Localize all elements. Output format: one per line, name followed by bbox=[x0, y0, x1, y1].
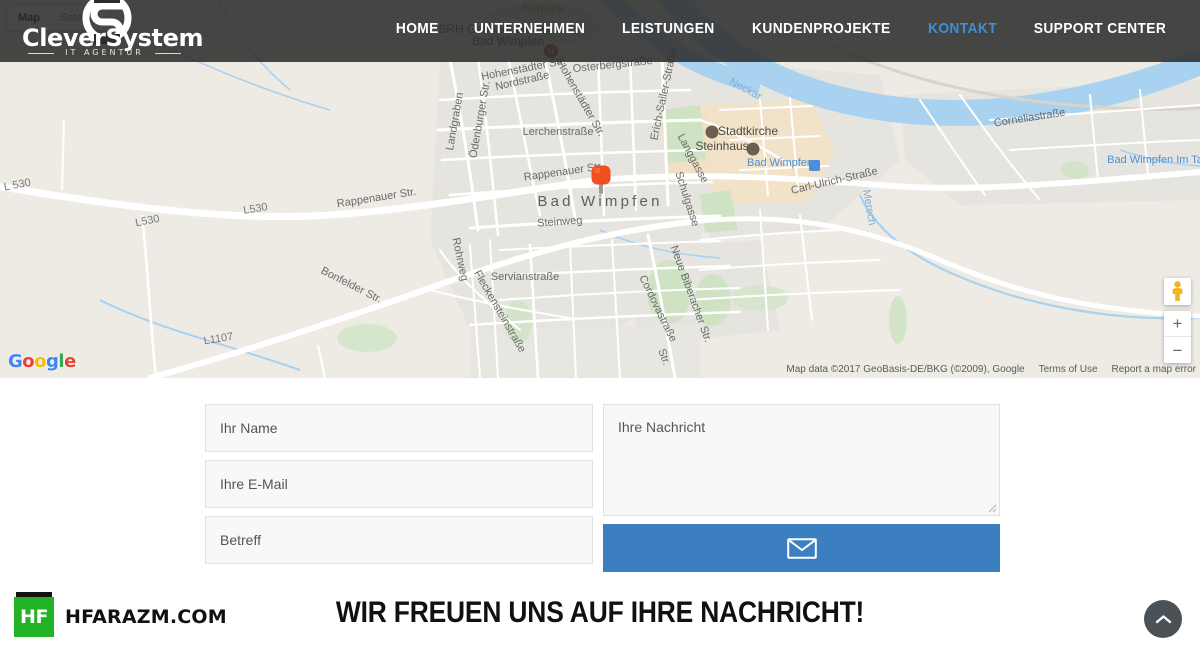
name-input[interactable] bbox=[205, 404, 593, 452]
zoom-out-button[interactable]: − bbox=[1164, 337, 1191, 363]
logo-tagline: IT AGENTUR bbox=[22, 48, 187, 57]
map-data-credit: Map data ©2017 GeoBasis-DE/BKG (©2009), … bbox=[786, 364, 1025, 375]
subject-input[interactable] bbox=[205, 516, 593, 564]
contact-form-section bbox=[0, 378, 1200, 588]
location-marker-icon[interactable] bbox=[589, 163, 613, 197]
nav-item-kontakt[interactable]: KONTAKT bbox=[928, 20, 997, 37]
page-root: .st { fill:#ffffff; stroke:#ffffff; } .l… bbox=[0, 0, 1200, 645]
contact-form[interactable] bbox=[205, 404, 1000, 572]
main-navigation[interactable]: HOME UNTERNEHMEN LEISTUNGEN KUNDENPROJEKTE K… bbox=[394, 20, 1172, 37]
form-right-column bbox=[603, 404, 1000, 572]
nav-item-leistungen[interactable]: LEISTUNGEN bbox=[622, 20, 715, 37]
nav-item-unternehmen[interactable]: UNTERNEHMEN bbox=[473, 20, 584, 37]
site-header: CleverSystem IT AGENTUR HOME UNTERNEHMEN L… bbox=[0, 0, 1200, 62]
hfarazm-badge-icon: HF bbox=[14, 592, 54, 637]
pegman-icon bbox=[1172, 281, 1183, 301]
map-label: Stadtkirche bbox=[718, 124, 778, 138]
report-map-error-link[interactable]: Report a map error bbox=[1112, 364, 1196, 375]
nav-item-kundenprojekte[interactable]: KUNDENPROJEKTE bbox=[752, 20, 891, 37]
map-label: Bad Wimpfen bbox=[747, 157, 813, 169]
site-logo[interactable]: CleverSystem IT AGENTUR bbox=[22, 0, 203, 62]
footer-headline: WIR FREUEN UNS AUF IHRE NACHRICHT! bbox=[335, 596, 865, 629]
message-textarea[interactable] bbox=[603, 404, 1000, 516]
map-zoom-control[interactable]: + − bbox=[1164, 311, 1191, 363]
zoom-in-button[interactable]: + bbox=[1164, 311, 1191, 337]
map-label: Lerchenstraße bbox=[523, 126, 594, 138]
scroll-to-top-button[interactable] bbox=[1144, 600, 1182, 638]
map-label: Bad Wimpfen Im Ta bbox=[1107, 154, 1200, 166]
map-label: Servianstraße bbox=[491, 271, 559, 283]
chevron-up-icon bbox=[1155, 614, 1171, 623]
page-footer: HF HFARAZM.COM WIR FREUEN UNS AUF IHRE N… bbox=[0, 588, 1200, 645]
nav-item-support-center[interactable]: SUPPORT CENTER bbox=[1034, 20, 1166, 37]
submit-button[interactable] bbox=[603, 524, 1000, 572]
email-input[interactable] bbox=[205, 460, 593, 508]
google-logo[interactable]: Google bbox=[8, 351, 76, 372]
map-label: Steinhaus bbox=[695, 139, 748, 153]
form-left-column bbox=[205, 404, 593, 572]
hfarazm-badge-text: HF bbox=[20, 606, 48, 628]
nav-item-home[interactable]: HOME bbox=[396, 20, 439, 37]
street-view-pegman-button[interactable] bbox=[1164, 278, 1191, 305]
terms-of-use-link[interactable]: Terms of Use bbox=[1039, 364, 1098, 375]
envelope-icon bbox=[786, 537, 817, 559]
map-attribution: Map data ©2017 GeoBasis-DE/BKG (©2009), … bbox=[786, 364, 1196, 375]
